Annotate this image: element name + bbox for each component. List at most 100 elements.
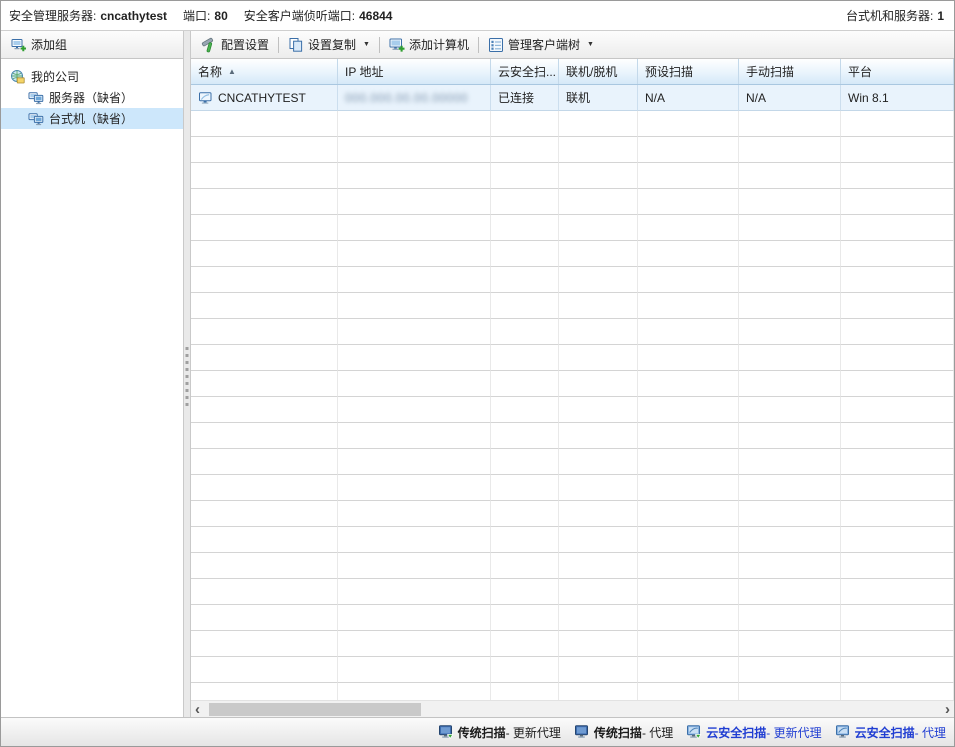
column-header-scheduled_scan[interactable]: 预设扫描 bbox=[638, 59, 739, 84]
cell-online: 联机 bbox=[559, 85, 638, 111]
legend-suffix: - 代理 bbox=[915, 724, 946, 741]
cell-ip bbox=[338, 319, 491, 345]
configure-settings-button[interactable]: 配置设置 bbox=[195, 34, 275, 55]
cell-name bbox=[191, 319, 338, 345]
column-header-online[interactable]: 联机/脱机 bbox=[559, 59, 638, 84]
cell-online bbox=[559, 267, 638, 293]
cell-ip bbox=[338, 501, 491, 527]
legend-name: 传统扫描 bbox=[458, 724, 506, 741]
toolbar-separator bbox=[478, 37, 479, 53]
cell-ip bbox=[338, 293, 491, 319]
scrollbar-thumb[interactable] bbox=[209, 703, 421, 716]
cell-online bbox=[559, 657, 638, 683]
add-computer-button[interactable]: 添加计算机 bbox=[383, 34, 475, 55]
cell-manual_scan bbox=[739, 215, 841, 241]
legend-smart-scan-agent: 云安全扫描 - 代理 bbox=[835, 724, 946, 741]
legend-name: 传统扫描 bbox=[594, 724, 642, 741]
column-header-cloud_scan[interactable]: 云安全扫... bbox=[491, 59, 559, 84]
cell-name bbox=[191, 501, 338, 527]
cell-manual_scan bbox=[739, 241, 841, 267]
cell-cloud_scan bbox=[491, 111, 559, 137]
cell-cloud_scan bbox=[491, 397, 559, 423]
cell-platform bbox=[841, 293, 954, 319]
cell-scheduled_scan bbox=[638, 657, 739, 683]
scroll-left-button[interactable]: ‹ bbox=[195, 702, 200, 717]
cell-name bbox=[191, 371, 338, 397]
cell-ip bbox=[338, 189, 491, 215]
empty-table-row bbox=[191, 163, 954, 189]
empty-table-row bbox=[191, 189, 954, 215]
add-group-button[interactable]: 添加组 bbox=[5, 34, 73, 55]
column-header-name[interactable]: 名称▲ bbox=[191, 59, 338, 84]
cell-online bbox=[559, 163, 638, 189]
empty-table-row bbox=[191, 423, 954, 449]
device-count: 台式机和服务器: 1 bbox=[846, 7, 944, 24]
horizontal-scrollbar[interactable]: ‹ › bbox=[191, 700, 954, 717]
cell-online bbox=[559, 137, 638, 163]
empty-table-row bbox=[191, 683, 954, 700]
legend-smart-scan-update-agent: 云安全扫描 - 更新代理 bbox=[686, 724, 821, 741]
cell-manual_scan bbox=[739, 501, 841, 527]
device-count-label: 台式机和服务器: bbox=[846, 9, 933, 23]
configure-settings-label: 配置设置 bbox=[221, 36, 269, 53]
cell-platform bbox=[841, 553, 954, 579]
cell-cloud_scan bbox=[491, 475, 559, 501]
column-label: 预设扫描 bbox=[645, 63, 693, 80]
column-header-ip[interactable]: IP 地址 bbox=[338, 59, 491, 84]
empty-table-row bbox=[191, 293, 954, 319]
cell-manual_scan bbox=[739, 423, 841, 449]
sidebar-toolbar: 添加组 bbox=[1, 31, 183, 59]
scroll-right-button[interactable]: › bbox=[945, 702, 950, 717]
cell-value: 已连接 bbox=[498, 89, 534, 106]
scan-method-legend: 传统扫描 - 更新代理传统扫描 - 代理云安全扫描 - 更新代理云安全扫描 - … bbox=[425, 724, 946, 741]
cell-ip bbox=[338, 241, 491, 267]
add-group-icon bbox=[11, 37, 27, 53]
cell-ip bbox=[338, 605, 491, 631]
table-row[interactable]: CNCATHYTEST000.000.00.00.00000已连接联机N/AN/… bbox=[191, 85, 954, 111]
company-globe-icon bbox=[10, 69, 26, 85]
cell-manual_scan bbox=[739, 267, 841, 293]
tree-item-servers-default[interactable]: 服务器（缺省） bbox=[1, 87, 183, 108]
cell-manual_scan bbox=[739, 579, 841, 605]
column-header-manual_scan[interactable]: 手动扫描 bbox=[739, 59, 841, 84]
cell-cloud_scan bbox=[491, 657, 559, 683]
manage-client-tree-button[interactable]: 管理客户端树▼ bbox=[482, 34, 600, 55]
settings-copy-button[interactable]: 设置复制▼ bbox=[282, 34, 376, 55]
sidebar-splitter[interactable] bbox=[183, 31, 191, 717]
status-bar: 传统扫描 - 更新代理传统扫描 - 代理云安全扫描 - 更新代理云安全扫描 - … bbox=[1, 717, 954, 746]
tree-item-label: 我的公司 bbox=[31, 68, 79, 85]
cell-platform: Win 8.1 bbox=[841, 85, 954, 111]
empty-table-row bbox=[191, 215, 954, 241]
empty-table-row bbox=[191, 397, 954, 423]
cell-scheduled_scan bbox=[638, 501, 739, 527]
cell-name bbox=[191, 397, 338, 423]
empty-table-row bbox=[191, 527, 954, 553]
cell-cloud_scan bbox=[491, 319, 559, 345]
cell-ip bbox=[338, 631, 491, 657]
cell-scheduled_scan bbox=[638, 267, 739, 293]
cell-scheduled_scan bbox=[638, 345, 739, 371]
cell-cloud_scan bbox=[491, 215, 559, 241]
cell-scheduled_scan bbox=[638, 241, 739, 267]
cell-ip bbox=[338, 371, 491, 397]
cell-scheduled_scan bbox=[638, 449, 739, 475]
dropdown-arrow-icon: ▼ bbox=[363, 41, 370, 48]
cell-scheduled_scan bbox=[638, 579, 739, 605]
cell-platform bbox=[841, 267, 954, 293]
empty-table-row bbox=[191, 241, 954, 267]
column-header-platform[interactable]: 平台 bbox=[841, 59, 954, 84]
tree-item-my-company[interactable]: 我的公司 bbox=[1, 66, 183, 87]
cell-name bbox=[191, 605, 338, 631]
device-count-value: 1 bbox=[937, 9, 944, 23]
cell-name bbox=[191, 293, 338, 319]
cell-scheduled_scan: N/A bbox=[638, 85, 739, 111]
cell-cloud_scan bbox=[491, 579, 559, 605]
cell-manual_scan bbox=[739, 137, 841, 163]
tree-item-desktops-default[interactable]: 台式机（缺省） bbox=[1, 108, 183, 129]
cell-ip bbox=[338, 163, 491, 189]
cell-manual_scan: N/A bbox=[739, 85, 841, 111]
cell-platform bbox=[841, 189, 954, 215]
cell-ip: 000.000.00.00.00000 bbox=[338, 85, 491, 111]
cell-platform bbox=[841, 631, 954, 657]
copy-settings-icon bbox=[288, 37, 304, 53]
